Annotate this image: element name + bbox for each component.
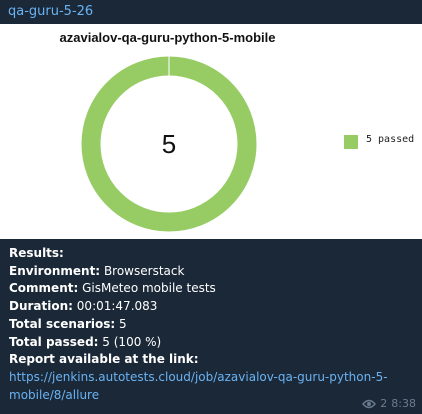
report-label: Report available at the link:	[9, 352, 199, 367]
channel-name[interactable]: qa-guru-5-26	[8, 2, 93, 22]
scenarios-line: Total scenarios: 5	[9, 316, 127, 331]
comment-line: Comment: GisMeteo mobile tests	[9, 281, 216, 296]
chart-image[interactable]: azavialov-qa-guru-python-5-mobile 5 5 pa…	[0, 24, 422, 239]
legend-label: 5 passed	[366, 134, 415, 145]
passed-line: Total passed: 5 (100 %)	[9, 334, 162, 349]
legend-swatch	[344, 135, 358, 149]
report-link[interactable]: https://jenkins.autotests.cloud/job/azav…	[9, 369, 417, 404]
view-count: 2	[380, 397, 388, 410]
message-time: 8:38	[391, 397, 416, 410]
message-body: Results: Environment: Browserstack Comme…	[9, 245, 417, 404]
center-value: 5	[162, 129, 176, 159]
message-meta: 2 8:38	[362, 397, 416, 410]
donut-chart: 5	[81, 56, 257, 232]
duration-line: Duration: 00:01:47.083	[9, 299, 158, 314]
results-heading: Results:	[9, 246, 64, 260]
eye-icon	[362, 399, 377, 409]
environment-line: Environment: Browserstack	[9, 263, 185, 278]
